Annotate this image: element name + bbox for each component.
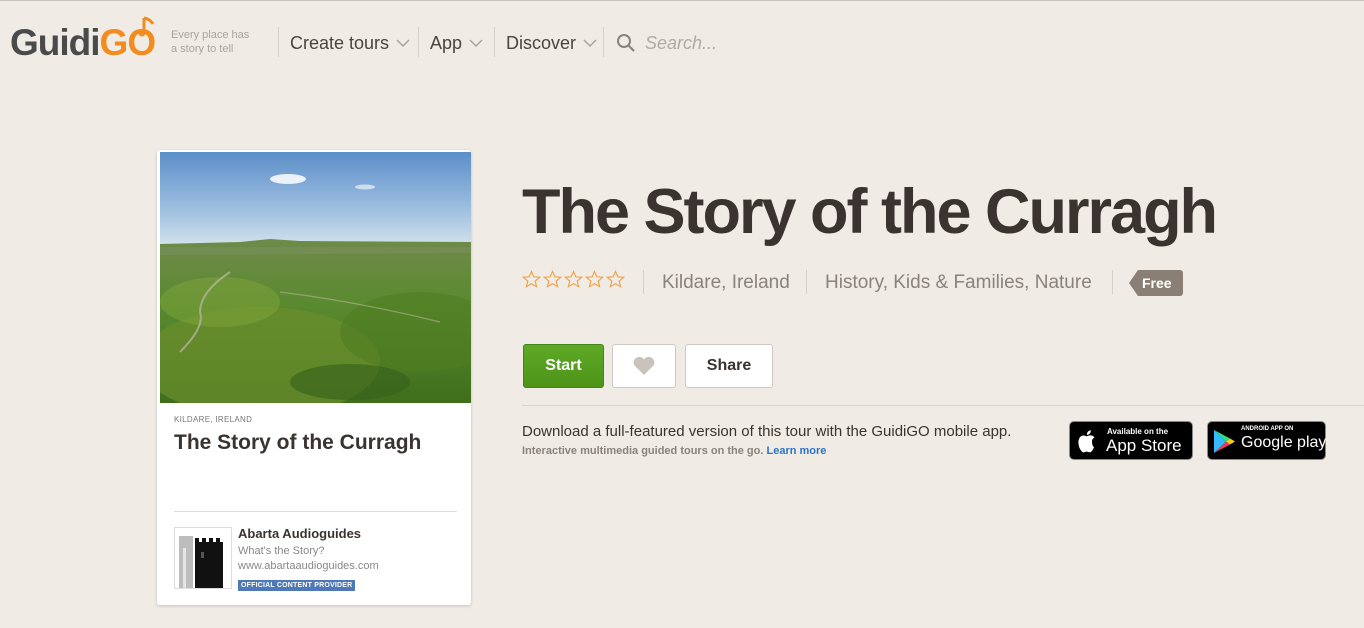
chevron-down-icon [396, 39, 410, 48]
download-subtext: Interactive multimedia guided tours on t… [522, 445, 826, 457]
search-input[interactable] [645, 32, 835, 54]
tour-title: The Story of the Curragh [522, 177, 1218, 247]
app-store-big-text: App Store [1106, 436, 1182, 455]
apple-icon [1078, 430, 1095, 453]
logo-main-text: Guidi [10, 22, 101, 63]
star-empty-icon[interactable] [606, 270, 625, 289]
tour-categories[interactable]: History, Kids & Families, Nature [825, 272, 1092, 294]
price-tag: Free [1129, 270, 1183, 296]
nav-divider [278, 27, 279, 57]
star-empty-icon[interactable] [564, 270, 583, 289]
music-note-icon [138, 16, 155, 37]
favorite-button[interactable] [612, 344, 676, 388]
share-button[interactable]: Share [685, 344, 773, 388]
app-store-badge[interactable]: Available on the App Store [1069, 421, 1193, 460]
nav-divider [418, 27, 419, 57]
nav-divider [603, 27, 604, 57]
logo-text: GuidiGO [10, 22, 156, 64]
google-play-badge[interactable]: ANDROID APP ON Google play [1207, 421, 1326, 460]
heart-icon [633, 356, 655, 375]
guidigo-logo[interactable]: GuidiGO [8, 12, 156, 68]
site-tagline: Every place has a story to tell [171, 28, 271, 56]
download-text: Download a full-featured version of this… [522, 423, 1012, 440]
provider-name[interactable]: Abarta Audioguides [238, 526, 361, 541]
meta-divider [643, 270, 644, 294]
star-empty-icon[interactable] [522, 270, 541, 289]
provider-url[interactable]: www.abartaaudioguides.com [238, 560, 379, 572]
tour-cover-image[interactable] [160, 152, 471, 403]
google-play-big-text: Google play [1241, 434, 1327, 451]
nav-discover[interactable]: Discover [506, 31, 597, 55]
download-subtext-label: Interactive multimedia guided tours on t… [522, 445, 764, 457]
nav-create-tours-label: Create tours [290, 32, 390, 53]
google-play-icon [1214, 430, 1235, 453]
chevron-down-icon [469, 39, 483, 48]
nav-create-tours[interactable]: Create tours [290, 31, 410, 55]
provider-subtitle: What's the Story? [238, 545, 325, 557]
google-play-small-text: ANDROID APP ON [1241, 426, 1294, 432]
site-header: GuidiGO Every place has a story to tell … [0, 0, 1364, 84]
tagline-line-2: a story to tell [171, 43, 234, 55]
tour-card[interactable]: KILDARE, IRELAND The Story of the Currag… [157, 150, 471, 605]
nav-app-label: App [430, 32, 463, 53]
meta-divider [806, 270, 807, 294]
provider-avatar[interactable] [174, 527, 232, 589]
start-button[interactable]: Start [523, 344, 604, 388]
tagline-line-1: Every place has [171, 29, 250, 41]
card-title[interactable]: The Story of the Curragh [174, 431, 464, 455]
tour-meta: Kildare, Ireland History, Kids & Familie… [522, 268, 1282, 298]
nav-divider [494, 27, 495, 57]
section-divider [522, 405, 1364, 406]
nav-app[interactable]: App [430, 31, 483, 55]
app-store-small-text: Available on the [1107, 427, 1169, 436]
star-empty-icon[interactable] [543, 270, 562, 289]
rating-stars[interactable] [522, 270, 625, 289]
official-provider-badge: OFFICIAL CONTENT PROVIDER [238, 580, 356, 591]
tour-location[interactable]: Kildare, Ireland [662, 272, 790, 294]
search-bar[interactable] [616, 30, 846, 56]
price-label: Free [1138, 270, 1183, 296]
card-location: KILDARE, IRELAND [174, 415, 253, 424]
learn-more-link[interactable]: Learn more [766, 445, 826, 457]
star-empty-icon[interactable] [585, 270, 604, 289]
nav-discover-label: Discover [506, 32, 577, 53]
meta-divider [1112, 270, 1113, 294]
search-icon[interactable] [616, 33, 636, 53]
price-tag-point [1129, 270, 1138, 296]
card-divider [174, 511, 457, 512]
chevron-down-icon [583, 39, 597, 48]
